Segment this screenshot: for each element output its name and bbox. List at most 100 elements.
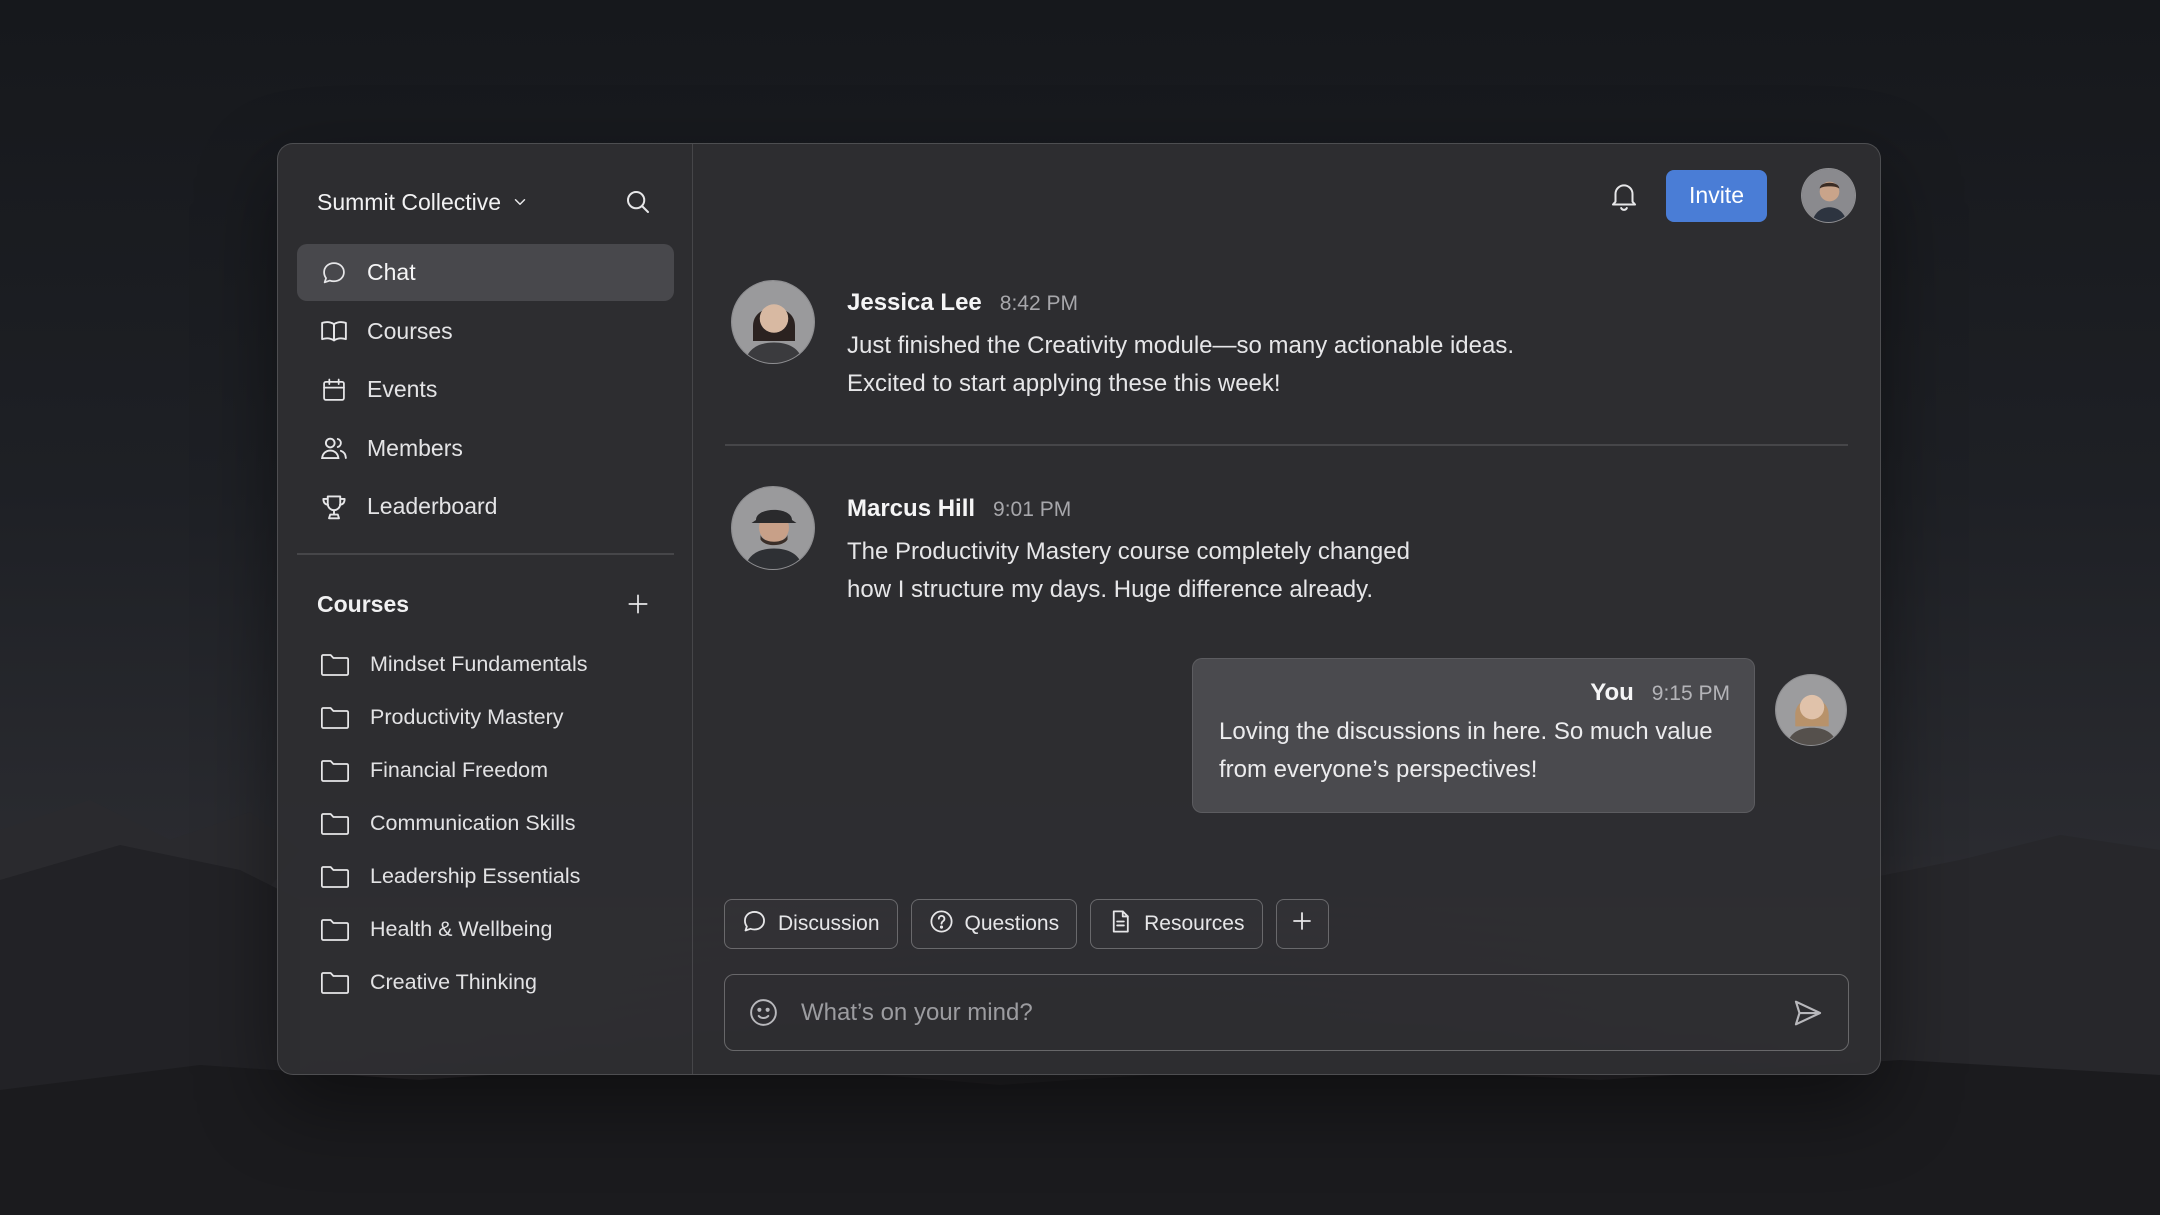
folder-icon: [320, 862, 350, 892]
nav-label: Events: [367, 376, 438, 402]
course-label: Creative Thinking: [370, 970, 537, 994]
message-line: The Productivity Mastery course complete…: [847, 538, 1410, 565]
avatar[interactable]: [731, 280, 815, 364]
message-divider: [725, 444, 1848, 446]
send-button[interactable]: [1790, 995, 1826, 1031]
message-text: The Productivity Mastery course complete…: [847, 533, 1410, 609]
message-author: You: [1590, 679, 1634, 706]
app-window: Summit Collective Chat Courses Events Me…: [277, 143, 1881, 1075]
course-item[interactable]: Health & Wellbeing: [320, 903, 670, 956]
message-input[interactable]: [801, 998, 1770, 1027]
nav-item-courses[interactable]: Courses: [297, 303, 674, 360]
message-meta: Jessica Lee 8:42 PM: [847, 289, 1514, 317]
chat-panel: Invite Jessica Lee 8:42 PM Just finished…: [693, 144, 1880, 1074]
course-label: Productivity Mastery: [370, 705, 564, 729]
workspace-header: Summit Collective: [317, 180, 656, 224]
own-avatar[interactable]: [1775, 674, 1847, 746]
nav-label: Leaderboard: [367, 493, 498, 519]
plus-icon: [625, 591, 651, 617]
message-meta: Marcus Hill 9:01 PM: [847, 495, 1410, 523]
chip-discussion[interactable]: Discussion: [724, 899, 898, 949]
course-item[interactable]: Productivity Mastery: [320, 691, 670, 744]
folder-icon: [320, 915, 350, 945]
message-text: Loving the discussions in here. So much …: [1219, 713, 1730, 789]
smiley-icon: [747, 996, 780, 1029]
plus-icon: [1290, 909, 1314, 939]
course-label: Communication Skills: [370, 811, 576, 835]
folder-icon: [320, 968, 350, 998]
own-message-bubble: You 9:15 PM Loving the discussions in he…: [1192, 658, 1755, 813]
course-label: Leadership Essentials: [370, 864, 581, 888]
folder-icon: [320, 809, 350, 839]
course-item[interactable]: Financial Freedom: [320, 744, 670, 797]
sidebar: Summit Collective Chat Courses Events Me…: [278, 144, 693, 1074]
course-item[interactable]: Mindset Fundamentals: [320, 638, 670, 691]
message-body: Jessica Lee 8:42 PM Just finished the Cr…: [847, 280, 1514, 403]
trophy-icon: [319, 492, 349, 522]
chip-label: Discussion: [778, 912, 880, 935]
course-item[interactable]: Creative Thinking: [320, 956, 670, 1009]
course-list: Mindset Fundamentals Productivity Master…: [320, 638, 670, 1009]
folder-icon: [320, 650, 350, 680]
avatar[interactable]: [731, 486, 815, 570]
message-body: Marcus Hill 9:01 PM The Productivity Mas…: [847, 486, 1410, 609]
message-meta: You 9:15 PM: [1219, 679, 1730, 707]
nav-item-chat[interactable]: Chat: [297, 244, 674, 301]
workspace-name: Summit Collective: [317, 188, 502, 215]
courses-section-header: Courses: [317, 584, 656, 624]
workspace-switcher[interactable]: Summit Collective: [317, 189, 529, 216]
message-line: Excited to start applying these this wee…: [847, 370, 1281, 397]
document-icon: [1107, 908, 1134, 941]
notifications-button[interactable]: [1606, 178, 1642, 214]
main-nav: Chat Courses Events Members Leaderboard: [297, 244, 674, 537]
message-line: how I structure my days. Huge difference…: [847, 576, 1374, 603]
invite-button[interactable]: Invite: [1666, 169, 1767, 222]
nav-label: Courses: [367, 317, 453, 344]
nav-item-leaderboard[interactable]: Leaderboard: [297, 478, 674, 535]
message: Jessica Lee 8:42 PM Just finished the Cr…: [731, 280, 1514, 403]
search-icon: [623, 187, 653, 217]
message-line: from everyone’s perspectives!: [1219, 756, 1538, 783]
course-label: Financial Freedom: [370, 758, 549, 782]
course-label: Health & Wellbeing: [370, 917, 553, 941]
search-button[interactable]: [620, 184, 656, 220]
users-icon: [319, 433, 349, 463]
chip-label: Questions: [964, 912, 1060, 935]
message-time: 8:42 PM: [999, 292, 1078, 315]
message: Marcus Hill 9:01 PM The Productivity Mas…: [731, 486, 1410, 609]
course-label: Mindset Fundamentals: [370, 652, 588, 676]
send-icon: [1791, 996, 1825, 1030]
add-course-button[interactable]: [620, 586, 656, 622]
sidebar-divider: [297, 553, 674, 555]
folder-icon: [320, 756, 350, 786]
add-channel-button[interactable]: [1275, 899, 1329, 949]
chip-resources[interactable]: Resources: [1090, 899, 1263, 949]
chat-bubble-icon: [319, 258, 349, 288]
message-line: Just finished the Creativity module—so m…: [847, 332, 1515, 359]
message-time: 9:15 PM: [1651, 682, 1730, 705]
message-text: Just finished the Creativity module—so m…: [847, 327, 1514, 403]
nav-item-events[interactable]: Events: [297, 361, 674, 418]
chat-bubble-icon: [741, 908, 768, 941]
folder-icon: [320, 703, 350, 733]
courses-heading: Courses: [317, 590, 410, 617]
bell-icon: [1607, 179, 1641, 213]
chevron-down-icon: [511, 193, 529, 211]
message-composer: [724, 974, 1849, 1051]
chip-questions[interactable]: Questions: [910, 899, 1078, 949]
book-icon: [319, 316, 349, 346]
message-line: Loving the discussions in here. So much …: [1219, 718, 1713, 745]
nav-item-members[interactable]: Members: [297, 420, 674, 477]
message-time: 9:01 PM: [993, 498, 1072, 521]
chip-label: Resources: [1144, 912, 1245, 935]
user-avatar[interactable]: [1801, 168, 1856, 223]
course-item[interactable]: Leadership Essentials: [320, 850, 670, 903]
nav-label: Members: [367, 434, 463, 461]
question-circle-icon: [928, 908, 955, 941]
message-author[interactable]: Marcus Hill: [847, 495, 975, 523]
emoji-button[interactable]: [745, 995, 781, 1031]
topbar: Invite: [1606, 168, 1856, 223]
calendar-icon: [319, 375, 349, 405]
message-author[interactable]: Jessica Lee: [847, 289, 982, 317]
course-item[interactable]: Communication Skills: [320, 797, 670, 850]
